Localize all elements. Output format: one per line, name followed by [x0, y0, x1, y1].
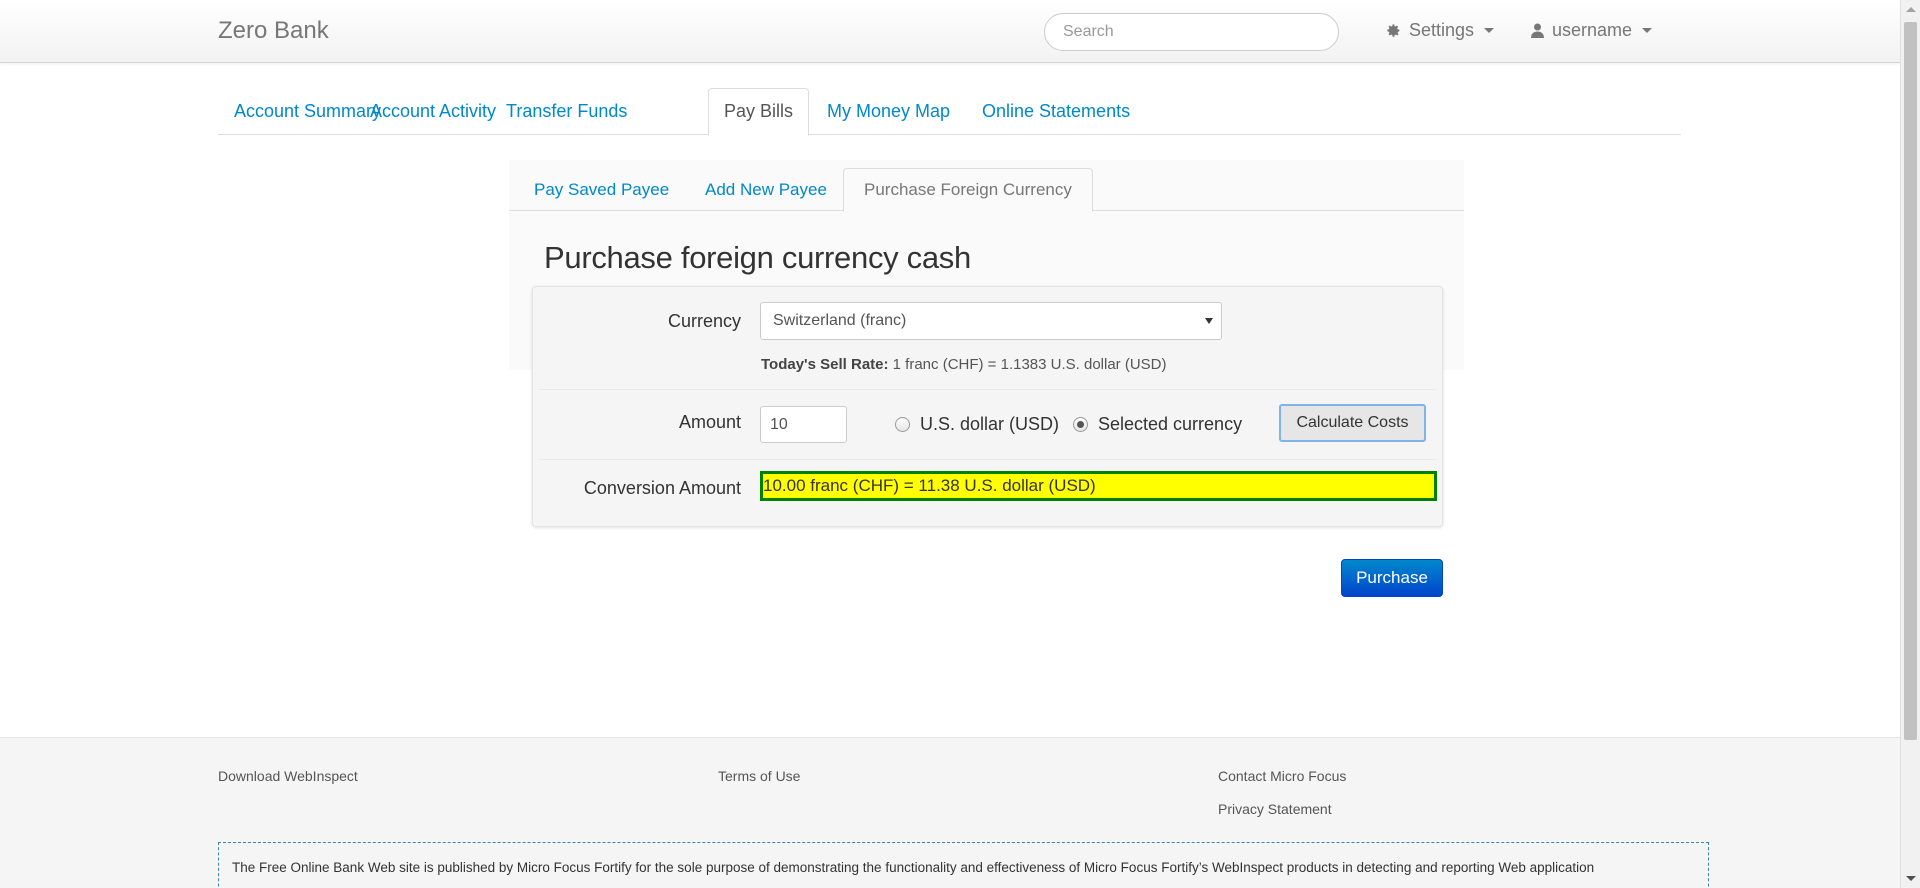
radio-usd-label: U.S. dollar (USD) — [920, 414, 1060, 434]
caret-down-icon — [1484, 28, 1495, 33]
radio-selected-currency-label: Selected currency — [1098, 414, 1243, 434]
page-title: Purchase foreign currency cash — [544, 240, 971, 275]
tab-pay-bills[interactable]: Pay Bills — [708, 88, 810, 136]
calculate-costs-button[interactable]: Calculate Costs — [1279, 404, 1426, 442]
radio-selected-currency[interactable] — [1073, 417, 1088, 432]
subtab-purchase-foreign-currency[interactable]: Purchase Foreign Currency — [843, 168, 1093, 212]
footer: Download WebInspect Terms of Use Contact… — [0, 737, 1900, 888]
page: Zero Bank Settings username Account Summ… — [0, 0, 1900, 888]
footer-terms-of-use[interactable]: Terms of Use — [718, 768, 800, 784]
footer-download-webinspect[interactable]: Download WebInspect — [218, 768, 358, 784]
settings-dropdown[interactable]: Settings — [1386, 20, 1495, 41]
sell-rate-label: Today's Sell Rate: — [761, 356, 889, 373]
user-dropdown[interactable]: username — [1531, 20, 1653, 41]
pay-bills-subtabs: Pay Saved Payee Add New Payee Purchase F… — [509, 168, 1464, 212]
currency-row: Currency Switzerland (franc) Today's Sel… — [539, 287, 1436, 390]
settings-label: Settings — [1409, 20, 1475, 40]
username-label: username — [1552, 20, 1633, 40]
subtab-pay-saved-payee[interactable]: Pay Saved Payee — [513, 168, 690, 211]
top-navbar: Zero Bank Settings username — [0, 0, 1900, 63]
radio-usd-option[interactable]: U.S. dollar (USD) — [895, 414, 1059, 435]
amount-label: Amount — [678, 412, 741, 432]
tab-online-statements[interactable]: Online Statements — [966, 88, 1146, 135]
conversion-row: Conversion Amount 10.00 franc (CHF) = 11… — [539, 460, 1437, 525]
amount-row: Amount U.S. dollar (USD) Selected curren… — [539, 390, 1436, 460]
tab-transfer-funds[interactable]: Transfer Funds — [490, 88, 643, 135]
currency-select[interactable]: Switzerland (franc) — [760, 302, 1222, 340]
currency-label: Currency — [667, 311, 741, 331]
gear-icon — [1387, 24, 1400, 37]
search-input[interactable] — [1044, 13, 1339, 51]
purchase-button[interactable]: Purchase — [1341, 559, 1443, 597]
user-icon — [1531, 23, 1544, 38]
footer-contact[interactable]: Contact Micro Focus — [1218, 768, 1346, 784]
select-arrow-icon — [1205, 318, 1213, 324]
tab-account-activity[interactable]: Account Activity — [354, 88, 512, 135]
conversion-amount-output: 10.00 franc (CHF) = 11.38 U.S. dollar (U… — [760, 471, 1437, 501]
main-nav-tabs: Account Summary Account Activity Transfe… — [218, 88, 1681, 136]
tab-my-money-map[interactable]: My Money Map — [811, 88, 966, 135]
page-scrollbar[interactable] — [1900, 0, 1920, 888]
sell-rate: Today's Sell Rate: 1 franc (CHF) = 1.138… — [761, 356, 1167, 373]
subtab-add-new-payee[interactable]: Add New Payee — [684, 168, 848, 211]
scroll-up-icon[interactable] — [1906, 7, 1916, 12]
disclaimer-box: The Free Online Bank Web site is publish… — [218, 842, 1709, 888]
footer-privacy-statement[interactable]: Privacy Statement — [1218, 801, 1332, 817]
currency-select-value: Switzerland (franc) — [773, 312, 907, 329]
caret-down-icon — [1642, 28, 1653, 33]
purchase-currency-form: Currency Switzerland (franc) Today's Sel… — [532, 286, 1443, 527]
radio-selected-currency-option[interactable]: Selected currency — [1073, 414, 1242, 435]
sell-rate-value: 1 franc (CHF) = 1.1383 U.S. dollar (USD) — [892, 356, 1167, 373]
scroll-thumb[interactable] — [1904, 22, 1917, 740]
conversion-amount-label: Conversion Amount — [583, 478, 741, 498]
scroll-down-icon[interactable] — [1906, 876, 1916, 881]
radio-usd[interactable] — [895, 417, 910, 432]
amount-input[interactable] — [760, 406, 847, 443]
brand-logo[interactable]: Zero Bank — [218, 17, 329, 45]
